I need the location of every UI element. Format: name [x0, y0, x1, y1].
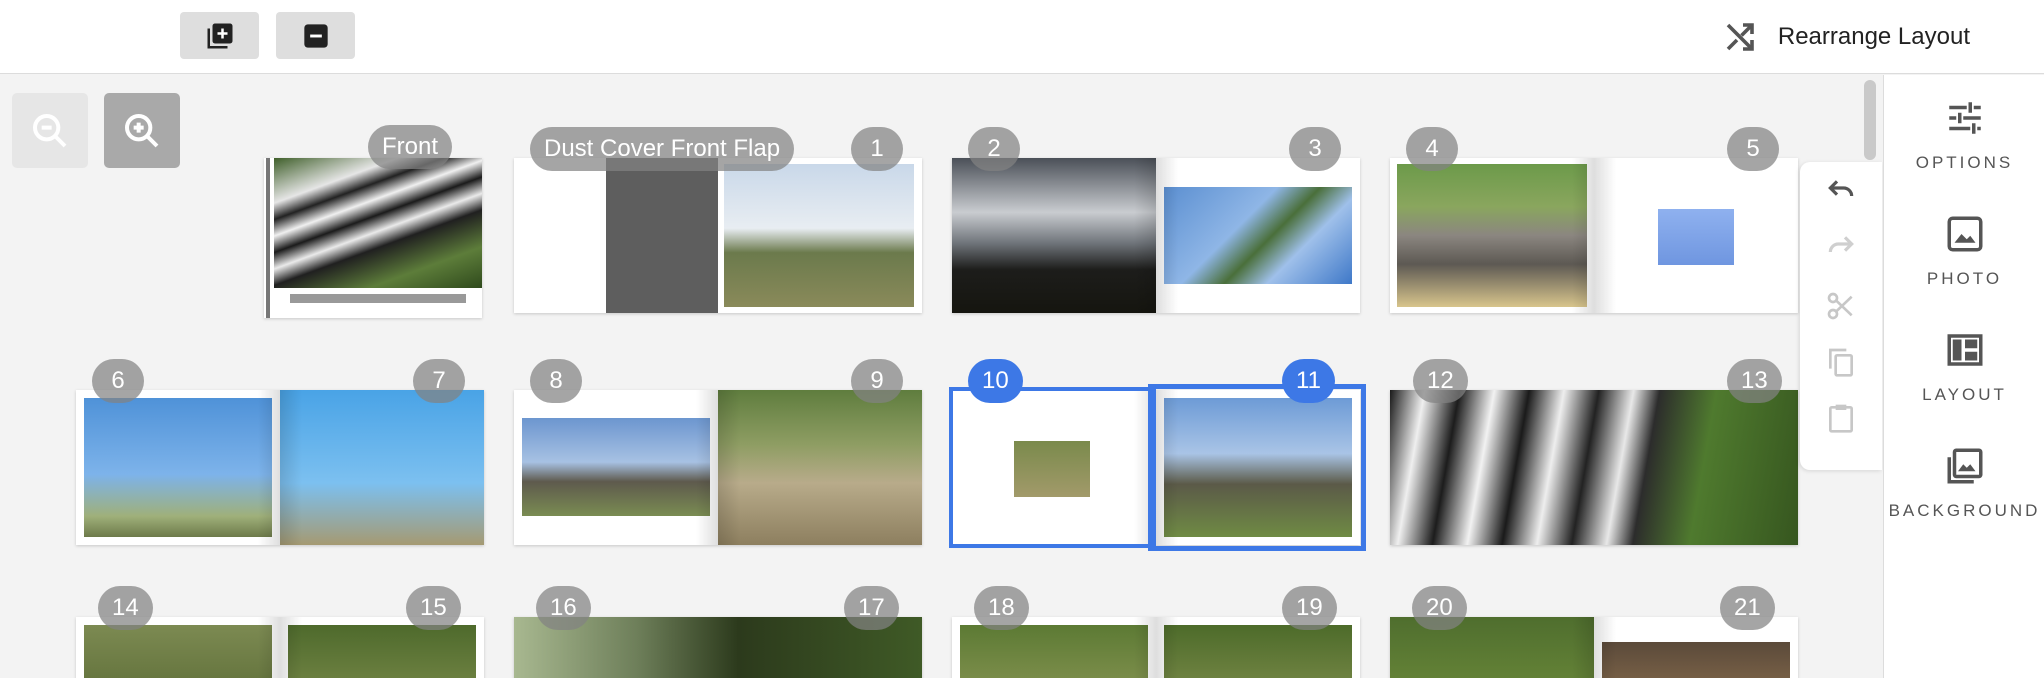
page-2[interactable] [952, 158, 1156, 313]
page-badge-21[interactable]: 21 [1720, 586, 1775, 630]
page-badge-3[interactable]: 3 [1289, 127, 1341, 171]
remove-page-button[interactable] [276, 12, 355, 59]
page-badge-12[interactable]: 12 [1413, 359, 1468, 403]
elephant-photo[interactable] [1397, 164, 1587, 307]
page-19[interactable] [1156, 617, 1360, 678]
add-page-icon [207, 23, 232, 48]
cut-button[interactable] [1823, 288, 1859, 324]
paste-button[interactable] [1823, 400, 1859, 436]
book-canvas: Front Dust Cover Front Flap 1 2 3 4 5 6 … [0, 75, 1865, 678]
shuffle-icon [1726, 23, 1754, 51]
sliders-icon [1948, 102, 1981, 134]
page-badge-16[interactable]: 16 [536, 586, 591, 630]
image-icon [1947, 216, 1982, 252]
sidebar-item-label: BACKGROUND [1888, 501, 2041, 520]
rearrange-layout-button[interactable]: Rearrange Layout [1722, 0, 1970, 74]
roller-bird-photo[interactable] [84, 398, 272, 537]
baobab-photo[interactable] [522, 418, 710, 516]
roller-bird-photo-2[interactable] [280, 390, 484, 545]
sidebar-item-label: LAYOUT [1922, 385, 2007, 404]
page-badge-18[interactable]: 18 [974, 586, 1029, 630]
sidebar-item-layout[interactable]: LAYOUT [1884, 329, 2044, 429]
spread-flap-1[interactable] [514, 158, 922, 313]
page-11-selection [1148, 384, 1366, 551]
dust-cover-flap-badge[interactable]: Dust Cover Front Flap [530, 127, 795, 171]
page-badge-8[interactable]: 8 [530, 359, 582, 403]
landscape-photo[interactable] [724, 164, 914, 307]
photo-15[interactable] [288, 625, 476, 678]
sky-photo[interactable] [952, 158, 1156, 313]
page-1[interactable] [718, 158, 922, 313]
page-flap[interactable] [514, 158, 718, 313]
small-photo[interactable] [1658, 209, 1734, 265]
copy-button[interactable] [1823, 344, 1859, 380]
cut-icon [1827, 292, 1853, 320]
canvas-scrollbar[interactable] [1864, 80, 1876, 160]
zebra-photo[interactable] [274, 158, 482, 288]
page-badge-14[interactable]: 14 [98, 586, 153, 630]
add-page-button[interactable] [180, 12, 259, 59]
top-toolbar: Rearrange Layout [0, 0, 2044, 74]
page-10-selection [949, 387, 1156, 548]
spread-2-3[interactable] [952, 158, 1360, 313]
page-badge-19[interactable]: 19 [1282, 586, 1337, 630]
remove-page-icon [303, 23, 328, 48]
spread-6-7[interactable] [76, 390, 484, 545]
page-4[interactable] [1390, 158, 1594, 313]
page-badge-10[interactable]: 10 [968, 359, 1023, 403]
page-badge-4[interactable]: 4 [1406, 127, 1458, 171]
paste-icon [1829, 404, 1853, 433]
right-sidebar: OPTIONS PHOTO LAYOUT BACKGROUND [1883, 75, 2044, 678]
undo-icon [1828, 180, 1854, 197]
page-badge-2[interactable]: 2 [968, 127, 1020, 171]
photo-19[interactable] [1164, 625, 1352, 678]
page-badge-15[interactable]: 15 [406, 586, 461, 630]
page-21[interactable] [1594, 617, 1798, 678]
background-icon [1947, 448, 1982, 484]
edit-tools-panel [1800, 162, 1882, 470]
sidebar-item-options[interactable]: OPTIONS [1884, 97, 2044, 197]
page-badge-11[interactable]: 11 [1282, 359, 1335, 403]
spread-8-9[interactable] [514, 390, 922, 545]
sidebar-item-photo[interactable]: PHOTO [1884, 213, 2044, 313]
photo-18[interactable] [960, 625, 1148, 678]
undo-button[interactable] [1823, 170, 1859, 206]
front-cover-badge[interactable]: Front [368, 125, 453, 169]
photo-14[interactable] [84, 625, 272, 678]
birds-nest-photo[interactable] [1164, 187, 1352, 284]
spread-4-5[interactable] [1390, 158, 1798, 313]
page-badge-6[interactable]: 6 [92, 359, 144, 403]
redo-icon [1828, 236, 1854, 253]
copy-icon [1829, 348, 1853, 377]
spread-12-13[interactable] [1390, 390, 1798, 545]
page-6[interactable] [76, 390, 280, 545]
page-5[interactable] [1594, 158, 1798, 313]
zebra-closeup-photo[interactable] [1390, 390, 1798, 545]
impala-photo[interactable] [718, 390, 922, 545]
sidebar-item-label: OPTIONS [1915, 153, 2014, 172]
front-cover[interactable] [264, 158, 482, 318]
page-badge-9[interactable]: 9 [851, 359, 903, 403]
page-15[interactable] [280, 617, 484, 678]
layout-icon [1947, 334, 1982, 366]
page-badge-13[interactable]: 13 [1727, 359, 1782, 403]
page-8[interactable] [514, 390, 718, 545]
page-3[interactable] [1156, 158, 1360, 313]
redo-button[interactable] [1823, 226, 1859, 262]
page-9[interactable] [718, 390, 922, 545]
page-badge-17[interactable]: 17 [844, 586, 899, 630]
sidebar-item-label: PHOTO [1926, 269, 2003, 288]
photo-21[interactable] [1602, 642, 1790, 678]
page-badge-7[interactable]: 7 [413, 359, 465, 403]
page-badge-20[interactable]: 20 [1412, 586, 1467, 630]
page-badge-5[interactable]: 5 [1727, 127, 1779, 171]
page-7[interactable] [280, 390, 484, 545]
rearrange-layout-label: Rearrange Layout [1777, 23, 1970, 50]
page-badge-1[interactable]: 1 [851, 127, 903, 171]
sidebar-item-background[interactable]: BACKGROUND [1884, 445, 2044, 545]
